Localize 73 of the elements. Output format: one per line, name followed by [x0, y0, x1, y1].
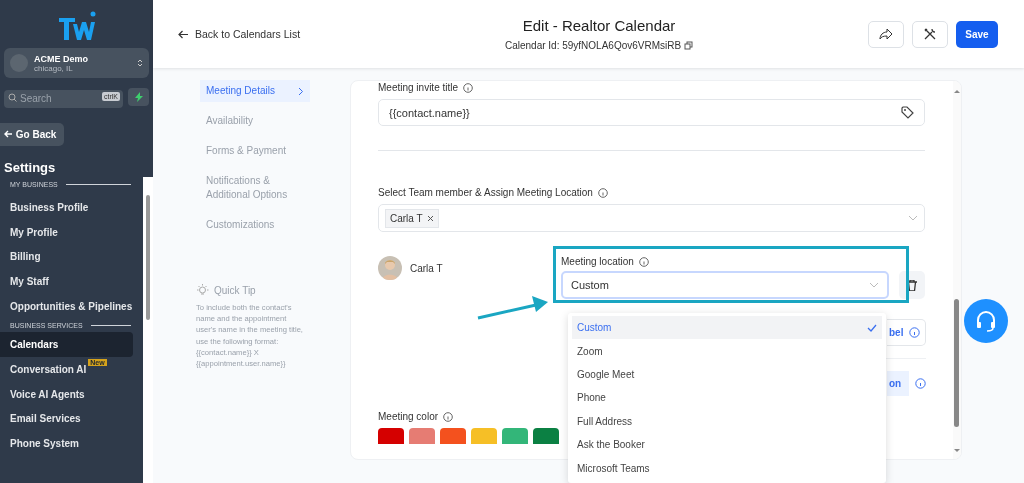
dropdown-option[interactable]: Zoom	[572, 339, 882, 363]
info-icon	[909, 327, 921, 338]
info-icon	[597, 187, 608, 198]
account-switcher[interactable]: ACME Demo chicago, IL	[4, 48, 149, 78]
sidebar-item[interactable]: My Profile	[0, 219, 133, 245]
go-back-button[interactable]: Go Back	[0, 123, 64, 146]
color-swatch[interactable]	[440, 428, 466, 444]
member-name: Carla T	[410, 263, 443, 274]
field-label: Meeting color	[378, 411, 439, 422]
arrow-left-icon	[178, 29, 189, 39]
sidebar-item[interactable]: Billing	[0, 244, 133, 270]
support-button[interactable]	[964, 299, 1008, 343]
sidebar-item[interactable]: Phone System	[0, 431, 133, 456]
dropdown-option[interactable]: Phone	[572, 386, 882, 410]
trash-icon	[907, 279, 917, 291]
partial-button[interactable]: on	[887, 371, 910, 396]
quick-action-button[interactable]	[128, 88, 149, 106]
settings-title: Settings	[4, 160, 57, 175]
tag-icon	[901, 106, 914, 119]
member-tag: Carla T	[385, 208, 439, 228]
tip-title: Quick Tip	[214, 285, 256, 296]
calendar-id: Calendar Id: 59yfNOLA6Qov6VRMsiRB	[504, 40, 682, 51]
chevron-down-icon	[869, 282, 879, 288]
field-label: Select Team member & Assign Meeting Location	[378, 187, 593, 198]
scrollbar[interactable]	[953, 81, 961, 459]
field-label: Meeting invite title	[378, 82, 459, 93]
chevron-right-icon	[298, 87, 304, 96]
page-title: Edit - Realtor Calendar	[522, 17, 676, 34]
invite-title-field[interactable]: {{contact.name}}	[378, 99, 925, 126]
account-name: ACME Demo	[34, 53, 89, 64]
dropdown-option[interactable]: Custom	[572, 316, 882, 340]
chevron-down-icon	[908, 215, 918, 221]
share-button[interactable]	[868, 20, 904, 48]
copy-icon[interactable]	[684, 41, 694, 50]
share-icon	[879, 28, 893, 40]
delete-button[interactable]	[899, 271, 925, 299]
color-swatch[interactable]	[378, 428, 404, 444]
updown-icon	[137, 58, 143, 68]
sidebar-item[interactable]: Email Services	[0, 406, 133, 432]
dropdown-option[interactable]: Ask the Booker	[572, 432, 882, 457]
account-location: chicago, IL	[34, 63, 74, 73]
scrollbar[interactable]	[143, 177, 153, 483]
tools-button[interactable]	[912, 20, 948, 48]
save-button[interactable]: Save	[956, 20, 998, 48]
sidebar-item[interactable]: My Staff	[0, 269, 133, 294]
color-swatch[interactable]	[471, 428, 497, 444]
check-icon	[867, 323, 877, 332]
color-swatch[interactable]	[409, 428, 435, 444]
sidebar-item[interactable]: Business Profile	[0, 195, 133, 220]
bolt-icon	[134, 92, 143, 102]
info-icon	[463, 82, 474, 93]
info-icon	[443, 411, 454, 422]
sidebar-item[interactable]: Calendars	[0, 332, 133, 358]
info-icon	[638, 256, 649, 267]
sidebar-item[interactable]: Opportunities & Pipelines	[0, 293, 133, 319]
logo-icon	[56, 10, 97, 42]
color-swatch[interactable]	[533, 428, 559, 444]
dropdown-option[interactable]: Microsoft Teams	[572, 456, 882, 480]
color-swatch[interactable]	[502, 428, 528, 444]
headset-icon	[974, 309, 998, 333]
lightbulb-icon	[196, 284, 209, 297]
nav-tab[interactable]: Meeting Details	[200, 80, 310, 102]
arrow-left-icon	[4, 130, 13, 138]
sidebar-item[interactable]: Voice AI Agents	[0, 381, 133, 407]
field-label: Meeting location	[561, 256, 634, 267]
team-member-select[interactable]: Carla T	[378, 204, 925, 232]
dropdown-option[interactable]: Full Address	[572, 409, 882, 433]
tools-icon	[923, 27, 937, 41]
info-icon	[915, 378, 927, 389]
dropdown-option[interactable]: Google Meet	[572, 362, 882, 387]
partial-button[interactable]: bel	[887, 319, 926, 346]
location-select[interactable]: Custom	[561, 271, 889, 299]
close-icon[interactable]	[426, 214, 434, 222]
